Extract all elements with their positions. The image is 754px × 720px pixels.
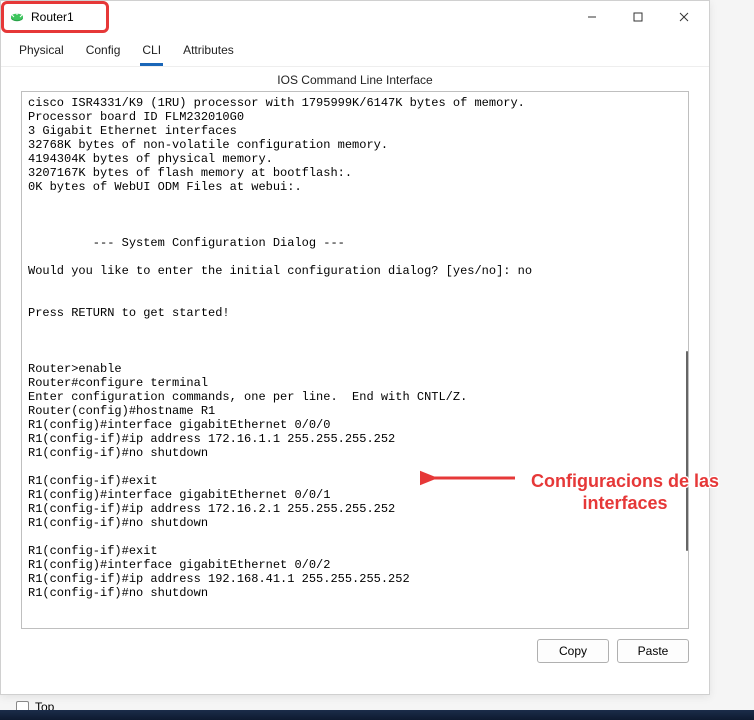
titlebar: Router1 — [1, 1, 709, 33]
app-window: Router1 Physical Config CLI Attributes I… — [0, 0, 710, 695]
tab-cli[interactable]: CLI — [140, 37, 163, 66]
tab-attributes[interactable]: Attributes — [181, 37, 236, 66]
bottom-decoration — [0, 710, 754, 720]
cli-subheader: IOS Command Line Interface — [1, 66, 709, 91]
router-icon — [9, 9, 25, 25]
copy-button[interactable]: Copy — [537, 639, 609, 663]
button-row: Copy Paste — [1, 629, 709, 663]
tab-physical[interactable]: Physical — [17, 37, 66, 66]
close-button[interactable] — [661, 1, 707, 33]
terminal-container: cisco ISR4331/K9 (1RU) processor with 17… — [21, 91, 689, 629]
titlebar-left: Router1 — [9, 9, 74, 25]
scrollbar-thumb[interactable] — [686, 351, 688, 551]
paste-button[interactable]: Paste — [617, 639, 689, 663]
window-title: Router1 — [31, 10, 74, 24]
cli-terminal[interactable]: cisco ISR4331/K9 (1RU) processor with 17… — [21, 91, 689, 629]
annotation-text: Configuracions de las interfaces — [520, 470, 730, 514]
tab-bar: Physical Config CLI Attributes — [1, 33, 709, 66]
minimize-button[interactable] — [569, 1, 615, 33]
tab-config[interactable]: Config — [84, 37, 123, 66]
window-controls — [569, 1, 707, 33]
maximize-button[interactable] — [615, 1, 661, 33]
